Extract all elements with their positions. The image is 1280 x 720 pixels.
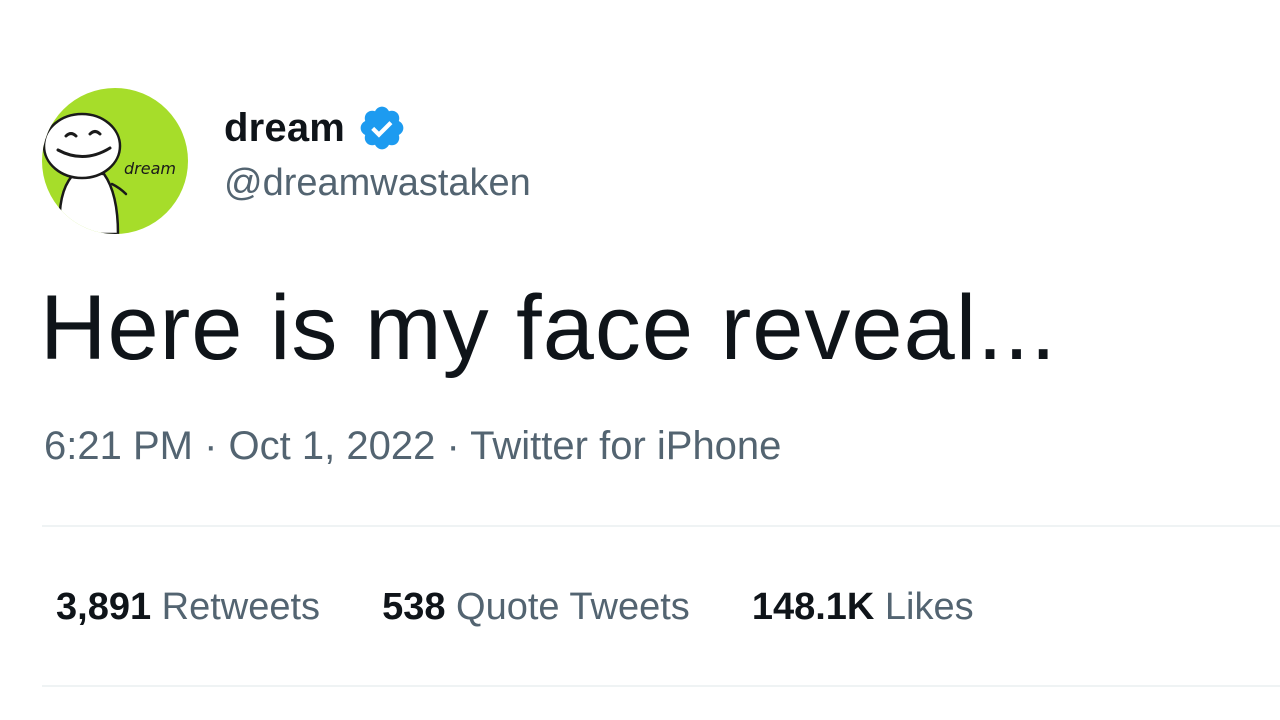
tweet-card: dream dream @dreamwastaken Here is my fa… [0,0,1280,720]
quote-tweets-count: 538 [382,586,446,628]
tweet-date[interactable]: Oct 1, 2022 [229,424,436,468]
stat-likes[interactable]: 148.1K Likes [752,586,974,629]
retweets-count: 3,891 [56,586,152,628]
svg-text:dream: dream [124,159,176,178]
stat-quote-tweets[interactable]: 538 Quote Tweets [382,586,690,629]
avatar-smiley-icon: dream [42,112,176,234]
tweet-time[interactable]: 6:21 PM [44,424,193,468]
stat-retweets[interactable]: 3,891 Retweets [56,586,320,629]
likes-label: Likes [884,586,974,628]
tweet-text: Here is my face reveal... [40,277,1057,379]
avatar[interactable]: dream [42,88,188,234]
tweet-stats: 3,891 Retweets 538 Quote Tweets 148.1K L… [56,586,974,629]
meta-separator: · [446,424,471,468]
tweet-meta: 6:21 PM · Oct 1, 2022 · Twitter for iPho… [44,424,781,469]
quote-tweets-label: Quote Tweets [456,586,690,628]
verified-badge-icon [357,103,407,153]
likes-count: 148.1K [751,586,875,628]
tweet-source[interactable]: Twitter for iPhone [470,424,781,468]
retweets-label: Retweets [161,586,321,628]
divider [42,685,1280,687]
meta-separator: · [204,424,229,468]
author-display-name[interactable]: dream [224,106,345,151]
divider [42,525,1280,527]
author-name-row: dream [224,100,407,156]
author-handle[interactable]: @dreamwastaken [224,162,531,205]
